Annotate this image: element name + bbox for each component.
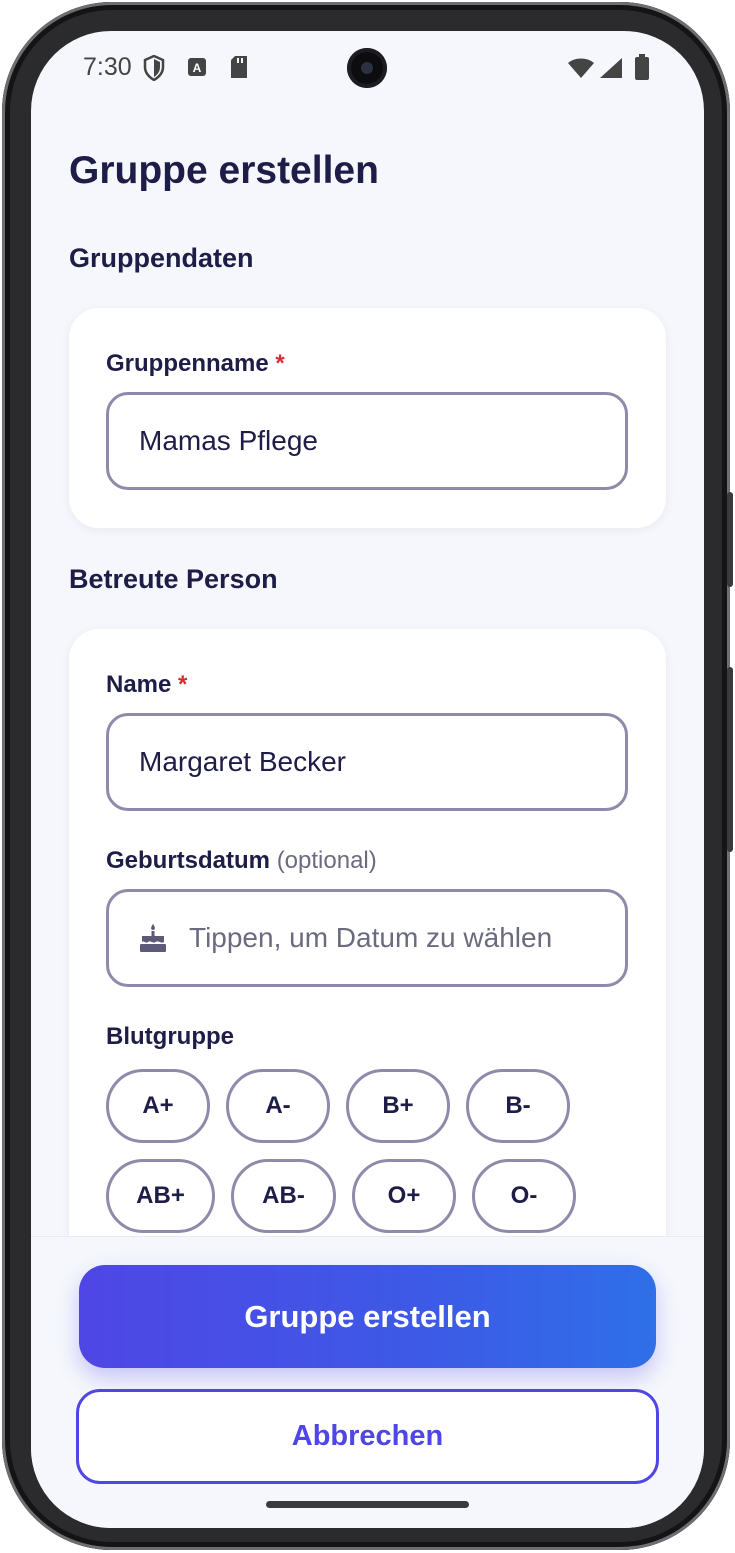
phone-frame: 7:30 A Gruppe erstellen Gruppendaten Gru…	[2, 2, 733, 1550]
name-value: Margaret Becker	[139, 746, 346, 777]
blood-type-chip-o-pos[interactable]: O+	[352, 1159, 456, 1233]
home-indicator[interactable]	[266, 1501, 469, 1508]
create-group-button[interactable]: Gruppe erstellen	[79, 1265, 656, 1368]
cancel-button[interactable]: Abbrechen	[76, 1389, 659, 1484]
wifi-icon	[567, 57, 595, 84]
cake-icon	[139, 923, 167, 953]
name-label: Name *	[106, 671, 187, 699]
sd-card-icon	[229, 55, 249, 84]
group-name-value: Mamas Pflege	[139, 425, 318, 456]
blood-type-chip-a-pos[interactable]: A+	[106, 1069, 210, 1143]
cared-person-card: Name * Margaret Becker Geburtsdatum (opt…	[69, 629, 666, 1289]
status-bar: 7:30 A	[31, 31, 704, 111]
status-time: 7:30	[83, 53, 132, 81]
blood-type-chip-a-neg[interactable]: A-	[226, 1069, 330, 1143]
blood-type-label: Blutgruppe	[106, 1023, 234, 1050]
birthdate-placeholder: Tippen, um Datum zu wählen	[189, 922, 553, 953]
birthdate-label: Geburtsdatum (optional)	[106, 847, 377, 875]
section-heading-group-data: Gruppendaten	[69, 243, 254, 273]
birthdate-label-text: Geburtsdatum	[106, 847, 271, 874]
birthdate-optional-hint: (optional)	[276, 847, 377, 874]
blood-type-chip-ab-pos[interactable]: AB+	[106, 1159, 215, 1233]
blood-type-chip-b-pos[interactable]: B+	[346, 1069, 450, 1143]
blood-type-chip-b-neg[interactable]: B-	[466, 1069, 570, 1143]
group-name-label-text: Gruppenname	[106, 350, 269, 377]
group-name-label: Gruppenname *	[106, 350, 285, 378]
blood-type-chip-ab-neg[interactable]: AB-	[231, 1159, 336, 1233]
a-notification-icon: A	[187, 57, 207, 82]
group-data-card: Gruppenname * Mamas Pflege	[69, 308, 666, 528]
front-camera	[347, 48, 387, 88]
signal-icon	[599, 57, 623, 84]
required-marker: *	[178, 671, 188, 698]
svg-text:A: A	[193, 61, 202, 75]
name-input[interactable]: Margaret Becker	[106, 713, 628, 811]
group-name-input[interactable]: Mamas Pflege	[106, 392, 628, 490]
battery-icon	[634, 54, 650, 86]
shield-icon	[143, 54, 165, 86]
bottom-action-bar: Gruppe erstellen Abbrechen	[31, 1236, 704, 1528]
blood-type-chip-o-neg[interactable]: O-	[472, 1159, 576, 1233]
birthdate-input[interactable]: Tippen, um Datum zu wählen	[106, 889, 628, 987]
name-label-text: Name	[106, 671, 172, 698]
power-button	[727, 667, 733, 852]
page-title: Gruppe erstellen	[69, 149, 379, 192]
screen: 7:30 A Gruppe erstellen Gruppendaten Gru…	[31, 31, 704, 1528]
section-heading-cared-person: Betreute Person	[69, 564, 278, 594]
volume-button	[727, 492, 733, 587]
required-marker: *	[275, 350, 285, 377]
